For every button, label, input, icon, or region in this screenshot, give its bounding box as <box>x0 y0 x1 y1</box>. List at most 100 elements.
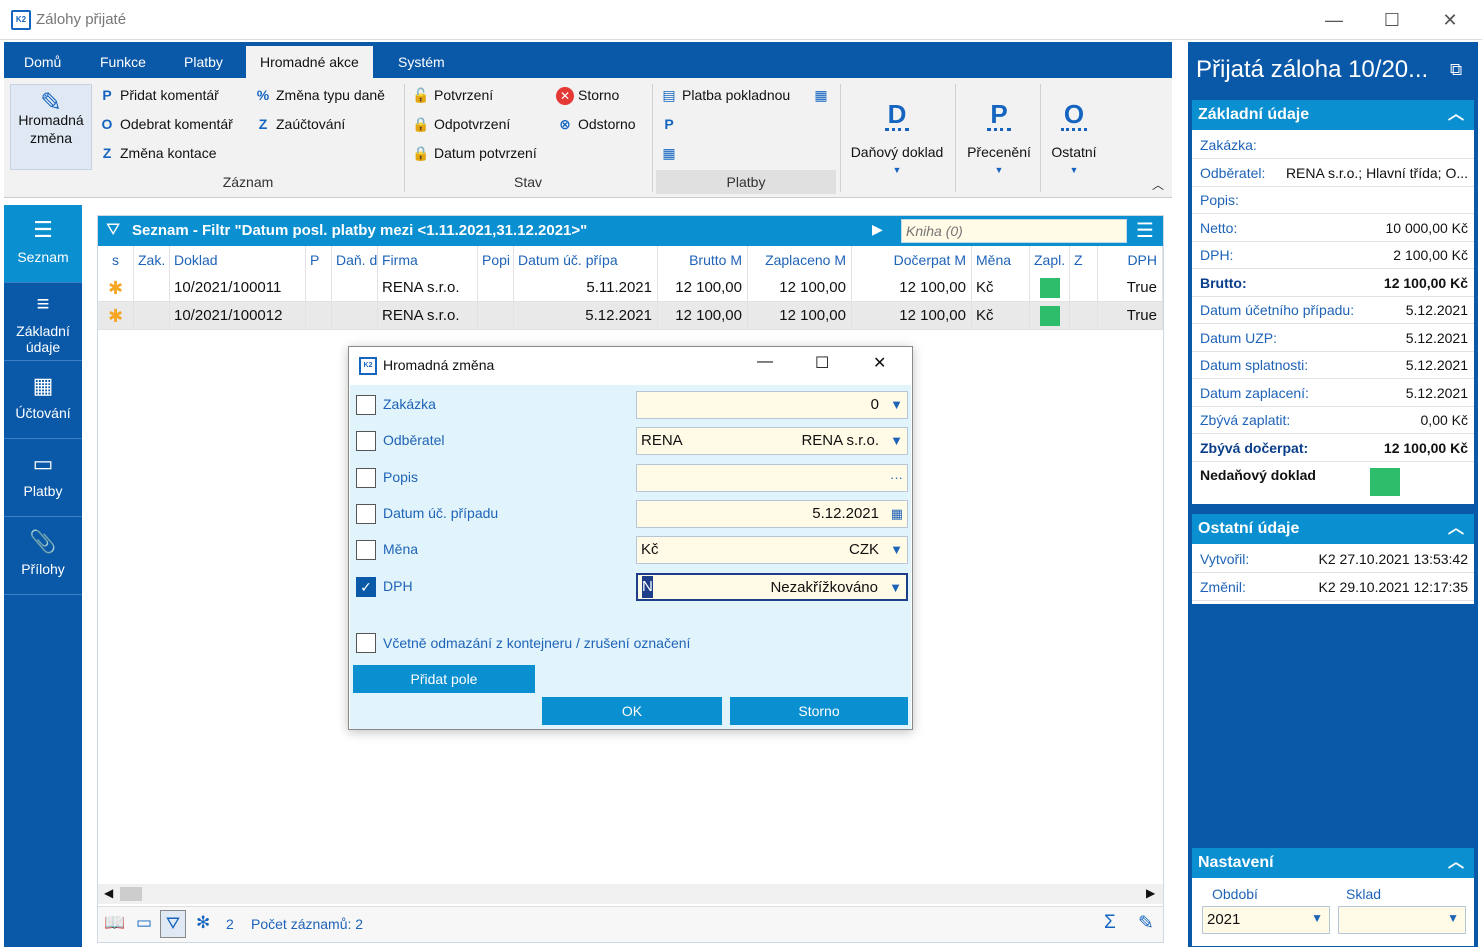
sum-icon[interactable]: Σ <box>1104 912 1116 934</box>
nav-seznam[interactable]: ☰ Seznam <box>4 205 82 283</box>
kniha-search-input[interactable] <box>901 219 1127 243</box>
potvrzeni-button[interactable]: 🔓 Potvrzení <box>412 87 493 104</box>
nav-prilohy[interactable]: 📎 Přílohy <box>4 517 82 595</box>
ribbon-separator <box>652 84 653 192</box>
field-input[interactable]: Kč CZK ▼ <box>636 536 908 565</box>
dialog-maximize-button[interactable]: ☐ <box>815 353 829 373</box>
table-row[interactable]: ✱ 10/2021/100011 RENA s.r.o. 5.11.2021 12 10… <box>98 274 1163 302</box>
play-icon[interactable]: ▶ <box>872 221 883 238</box>
dialog-minimize-button[interactable]: — <box>757 353 773 371</box>
filter-toggle-icon[interactable]: ⛛ <box>160 910 186 938</box>
odstorno-button[interactable]: ⊗ Odstorno <box>556 116 635 133</box>
scroll-thumb[interactable] <box>120 887 142 901</box>
snowflake-icon[interactable]: ✻ <box>196 913 210 933</box>
ellipsis-icon[interactable]: ··· <box>890 465 903 491</box>
hromadna-zmena-button[interactable]: ✎ Hromadná změna <box>10 84 92 170</box>
zmena-kontace-button[interactable]: Z Změna kontace <box>98 145 217 161</box>
tab-platby[interactable]: Platby <box>170 42 237 78</box>
nav-zakladni-udaje[interactable]: ≡ Základní údaje <box>4 283 82 361</box>
column-header[interactable]: P <box>306 246 332 274</box>
popout-icon[interactable]: ⧉ <box>1450 60 1462 80</box>
maximize-button[interactable]: ☐ <box>1380 8 1404 32</box>
field-checkbox[interactable] <box>356 503 376 524</box>
dialog-close-button[interactable]: ✕ <box>873 353 886 373</box>
column-header[interactable]: Zaplaceno M <box>748 246 852 274</box>
field-checkbox[interactable] <box>356 540 376 561</box>
datum-potvrzeni-button[interactable]: 🔒 Datum potvrzení <box>412 145 536 162</box>
menu-icon[interactable]: ☰ <box>1136 218 1154 243</box>
dropdown-icon[interactable]: ▼ <box>890 392 903 418</box>
field-input[interactable]: 5.12.2021 ▦ <box>636 499 908 528</box>
detail-key: Netto: <box>1200 219 1238 236</box>
include-checkbox[interactable] <box>356 633 376 653</box>
column-header[interactable]: Doklad <box>170 246 306 274</box>
odebrat-komentar-button[interactable]: O Odebrat komentář <box>98 116 233 132</box>
field-checkbox[interactable] <box>356 467 376 488</box>
edit-icon[interactable]: ✎ <box>1138 912 1154 935</box>
book-icon[interactable]: 📖 <box>104 913 125 933</box>
tab-hromadne-akce[interactable]: Hromadné akce <box>246 46 373 78</box>
field-input[interactable]: RENA RENA s.r.o. ▼ <box>636 427 908 456</box>
close-button[interactable]: ✕ <box>1438 8 1462 32</box>
detail-key: Datum UZP: <box>1200 329 1278 346</box>
nastaveni-header[interactable]: Nastavení ︿ <box>1192 848 1474 878</box>
field-checkbox[interactable] <box>356 395 376 415</box>
calendar-icon[interactable]: ▦ <box>891 501 903 527</box>
column-header[interactable]: Zapl. <box>1030 246 1070 274</box>
column-header[interactable]: Daň. dol <box>332 246 378 274</box>
storno-dialog-button[interactable]: Storno <box>730 697 908 725</box>
minimize-button[interactable]: — <box>1322 8 1346 32</box>
tab-domu[interactable]: Domů <box>10 42 75 78</box>
chevron-up-icon: ︿ <box>1447 106 1464 123</box>
scroll-left-icon[interactable]: ◀ <box>104 886 113 900</box>
zmena-typu-dane-button[interactable]: % Změna typu daně <box>254 87 385 103</box>
filter-icon[interactable]: ⛛ <box>106 220 120 240</box>
ostatni-button[interactable]: O Ostatní ▼ <box>1044 100 1104 179</box>
column-header[interactable]: DPH <box>1098 246 1163 274</box>
ok-button[interactable]: OK <box>542 697 722 725</box>
odpotvrzeni-button[interactable]: 🔒 Odpotvrzení <box>412 116 510 133</box>
sklad-select[interactable]: ▼ <box>1338 906 1466 934</box>
ostatni-udaje-header[interactable]: Ostatní údaje ︿ <box>1192 514 1474 544</box>
platba-pokladnou-button[interactable]: ▤ Platba pokladnou <box>660 87 790 104</box>
zakladni-udaje-header[interactable]: Základní údaje ︿ <box>1192 100 1474 130</box>
column-header[interactable]: Firma <box>378 246 478 274</box>
field-checkbox[interactable]: ✓ <box>356 576 376 597</box>
detail-key: Vytvořil: <box>1200 551 1250 567</box>
platba-table-button[interactable]: ▦ <box>660 145 682 162</box>
field-input[interactable]: 0 ▼ <box>636 391 908 419</box>
collapse-ribbon-icon[interactable]: ︿ <box>1152 176 1164 193</box>
tab-system[interactable]: Systém <box>384 42 459 78</box>
field-checkbox[interactable] <box>356 431 376 452</box>
dropdown-icon[interactable]: ▼ <box>890 428 903 454</box>
platba-p-button[interactable]: P <box>660 116 682 132</box>
pridat-komentar-button[interactable]: P Přidat komentář <box>98 87 219 103</box>
tab-funkce[interactable]: Funkce <box>86 42 160 78</box>
column-header[interactable]: Zak. <box>134 246 170 274</box>
zakladni-udaje-section: Základní údaje ︿ Zakázka: Odběratel: RENA s… <box>1192 100 1474 504</box>
column-header[interactable]: s <box>98 246 134 274</box>
nav-uctovani[interactable]: ▦ Účtování <box>4 361 82 439</box>
calculator-button[interactable]: ▦ <box>812 87 834 104</box>
preceneni-button[interactable]: P Přecenění ▼ <box>959 100 1039 179</box>
field-input[interactable]: N Nezakřížkováno ▼ <box>636 572 908 601</box>
dropdown-icon[interactable]: ▼ <box>890 537 903 563</box>
nav-platby[interactable]: ▭ Platby <box>4 439 82 517</box>
column-header[interactable]: Brutto M <box>658 246 748 274</box>
obdobi-select[interactable]: 2021 ▼ <box>1202 906 1330 934</box>
column-header[interactable]: Dočerpat M <box>852 246 972 274</box>
zauctovani-button[interactable]: Z Zaúčtování <box>254 116 346 132</box>
scroll-right-icon[interactable]: ▶ <box>1146 886 1155 900</box>
storno-button[interactable]: ✕ Storno <box>556 87 619 105</box>
field-input[interactable]: ··· <box>636 463 908 492</box>
archive-icon[interactable]: ▭ <box>136 913 152 933</box>
column-header[interactable]: Z <box>1070 246 1098 274</box>
horizontal-scrollbar[interactable]: ◀ ▶ <box>98 884 1163 904</box>
table-row[interactable]: ✱ 10/2021/100012 RENA s.r.o. 5.12.2021 12 10… <box>98 302 1163 330</box>
dropdown-icon[interactable]: ▼ <box>889 575 902 601</box>
pridat-pole-button[interactable]: Přidat pole <box>353 665 535 693</box>
danovy-doklad-button[interactable]: D Daňový doklad ▼ <box>844 100 950 179</box>
column-header[interactable]: Datum úč. přípa <box>514 246 658 274</box>
column-header[interactable]: Měna <box>972 246 1030 274</box>
column-header[interactable]: Popi <box>478 246 514 274</box>
